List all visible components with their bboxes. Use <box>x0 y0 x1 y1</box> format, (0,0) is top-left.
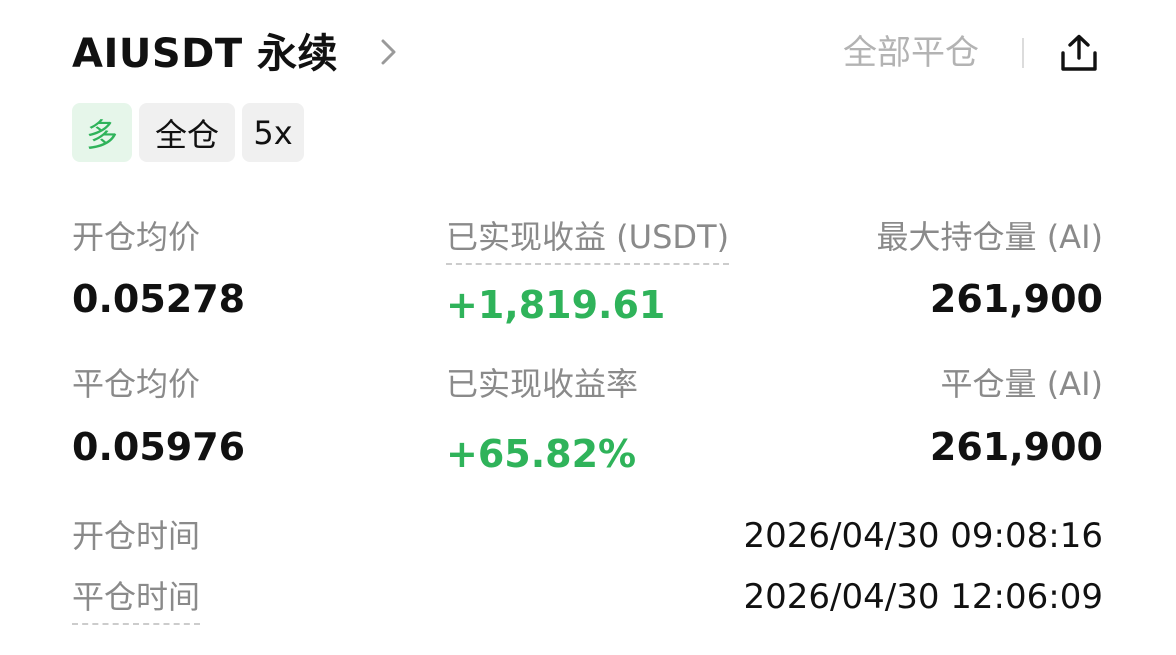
realized-pnl-rate-label: 已实现收益率 <box>446 365 639 403</box>
max-position-label: 最大持仓量 (AI) <box>876 218 1103 256</box>
close-avg-price-value: 0.05976 <box>72 425 246 469</box>
closed-amount-value: 261,900 <box>929 425 1103 469</box>
position-title[interactable]: AIUSDT 永续 <box>72 28 338 80</box>
header-divider <box>1022 38 1024 68</box>
chevron-right-icon[interactable] <box>374 34 404 70</box>
max-position-value: 261,900 <box>929 277 1103 321</box>
leverage-badge: 5x <box>242 103 304 162</box>
margin-mode-badge: 全仓 <box>139 103 235 162</box>
realized-pnl-rate-value: +65.82% <box>446 432 637 476</box>
realized-pnl-label[interactable]: 已实现收益 (USDT) <box>446 215 730 265</box>
close-avg-price-label: 平仓均价 <box>72 365 201 403</box>
side-badge: 多 <box>72 103 132 162</box>
position-badges: 多 全仓 5x <box>72 103 304 162</box>
open-avg-price-value: 0.05278 <box>72 277 246 321</box>
realized-pnl-value: +1,819.61 <box>446 283 666 327</box>
open-avg-price-label: 开仓均价 <box>72 218 201 256</box>
close-time-label[interactable]: 平仓时间 <box>72 575 201 625</box>
close-time-value: 2026/04/30 12:06:09 <box>743 577 1103 617</box>
close-all-button[interactable]: 全部平仓 <box>843 30 979 76</box>
open-time-label: 开仓时间 <box>72 517 201 555</box>
closed-amount-label: 平仓量 (AI) <box>940 365 1103 403</box>
open-time-value: 2026/04/30 09:08:16 <box>743 516 1103 556</box>
share-icon[interactable] <box>1056 30 1102 76</box>
